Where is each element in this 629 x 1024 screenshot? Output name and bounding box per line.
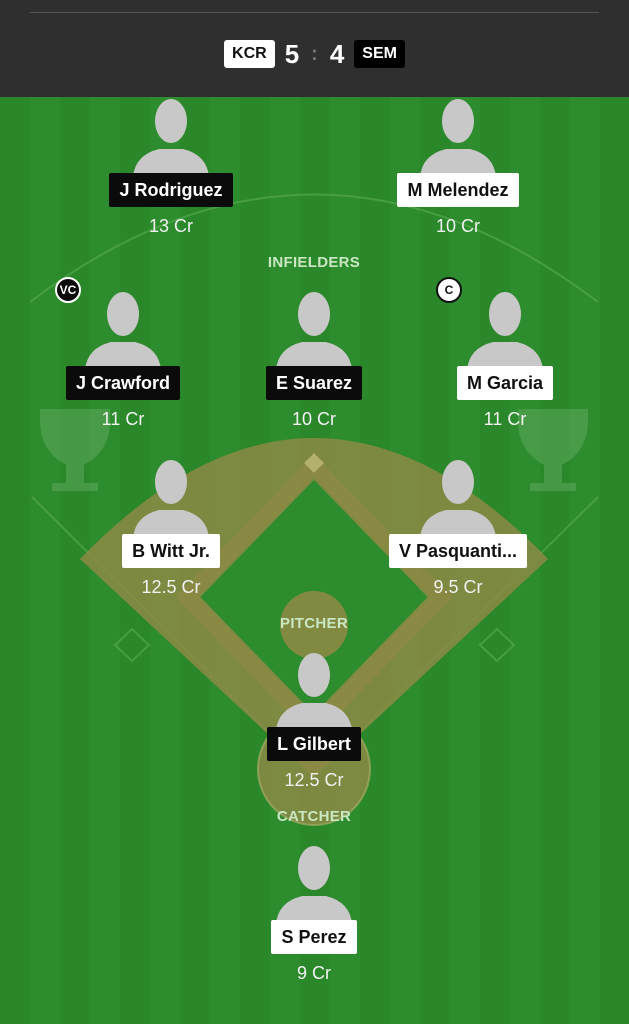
player-avatar-icon [467, 292, 543, 370]
player-credits: 12.5 Cr [141, 577, 201, 597]
player-name: E Suarez [265, 366, 363, 400]
away-score: 4 [329, 38, 345, 69]
home-score: 5 [284, 38, 300, 69]
player-card-j-rodriguez[interactable]: J Rodriguez 13 Cr [81, 97, 261, 237]
player-card-m-melendez[interactable]: M Melendez 10 Cr [368, 97, 548, 237]
player-avatar-icon [420, 99, 496, 177]
player-name: M Melendez [397, 173, 519, 207]
player-credits: 10 Cr [291, 409, 336, 429]
player-card-j-crawford[interactable]: J Crawford 11 Cr [33, 290, 213, 430]
catcher-label: CATCHER [276, 808, 352, 825]
player-name: B Witt Jr. [122, 534, 220, 568]
infielders-label: INFIELDERS [267, 254, 361, 271]
player-credits: 9.5 Cr [433, 577, 483, 597]
score-separator: : [311, 42, 318, 65]
player-avatar-icon [420, 460, 496, 538]
pitcher-label: PITCHER [280, 615, 348, 632]
player-card-l-gilbert[interactable]: L Gilbert 12.5 Cr [224, 651, 404, 791]
header-divider [30, 12, 599, 13]
player-avatar-icon [276, 292, 352, 370]
player-card-v-pasquantino[interactable]: V Pasquanti... 9.5 Cr [368, 458, 548, 598]
player-credits: 12.5 Cr [284, 770, 344, 790]
player-name: M Garcia [456, 366, 554, 400]
player-credits: 11 Cr [101, 409, 145, 429]
player-avatar-icon [133, 99, 209, 177]
player-credits: 9 Cr [296, 963, 331, 983]
player-name: L Gilbert [267, 727, 361, 761]
player-card-b-witt-jr[interactable]: B Witt Jr. 12.5 Cr [81, 458, 261, 598]
player-name: J Rodriguez [109, 173, 233, 207]
player-name: S Perez [271, 920, 357, 954]
player-name: J Crawford [65, 366, 181, 400]
player-card-s-perez[interactable]: S Perez 9 Cr [224, 844, 404, 984]
score-header: KCR 5 : 4 SEM [0, 0, 629, 97]
away-team-tag: SEM [354, 40, 405, 68]
player-credits: 11 Cr [483, 409, 527, 429]
player-avatar-icon [276, 846, 352, 924]
player-card-m-garcia[interactable]: M Garcia 11 Cr [415, 290, 595, 430]
player-name: V Pasquanti... [388, 534, 528, 568]
baseball-field: INFIELDERS PITCHER CATCHER J Rodriguez 1… [0, 97, 629, 1024]
scoreline: KCR 5 : 4 SEM [0, 38, 629, 70]
player-credits: 10 Cr [435, 216, 480, 236]
player-avatar-icon [85, 292, 161, 370]
player-credits: 13 Cr [148, 216, 193, 236]
player-avatar-icon [276, 653, 352, 731]
home-team-tag: KCR [224, 40, 275, 68]
player-avatar-icon [133, 460, 209, 538]
player-card-e-suarez[interactable]: E Suarez 10 Cr [224, 290, 404, 430]
